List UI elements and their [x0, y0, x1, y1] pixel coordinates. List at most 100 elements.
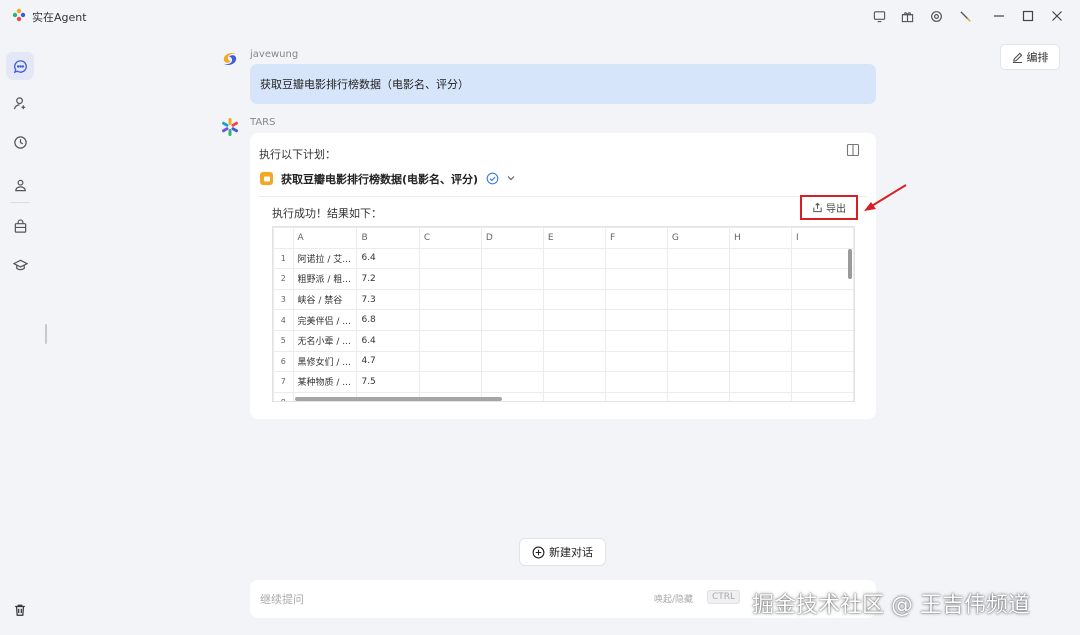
movie-name-cell[interactable]: 完美伴侣 / ... — [292, 309, 358, 331]
empty-cell[interactable] — [418, 288, 482, 311]
empty-cell[interactable] — [791, 268, 854, 290]
rail-learn-button[interactable] — [6, 251, 34, 279]
empty-cell[interactable] — [418, 350, 482, 373]
empty-cell[interactable] — [480, 247, 544, 270]
column-header[interactable]: I — [791, 227, 854, 249]
empty-cell[interactable] — [791, 350, 854, 373]
movie-name-cell[interactable]: 阿诺拉 / 艾... — [292, 247, 358, 270]
column-header[interactable]: B — [356, 227, 420, 249]
movie-name-cell[interactable]: 某种物质 / ... — [292, 371, 358, 393]
rail-cloud-user-button[interactable] — [6, 171, 34, 199]
close-icon[interactable] — [1048, 7, 1066, 25]
panel-icon[interactable] — [846, 143, 860, 157]
empty-cell[interactable] — [480, 309, 544, 331]
empty-cell[interactable] — [728, 268, 793, 290]
empty-cell[interactable] — [728, 371, 793, 393]
empty-cell[interactable] — [480, 288, 544, 311]
sidebar-resize-handle[interactable] — [45, 324, 47, 344]
empty-cell[interactable] — [666, 268, 730, 290]
rating-cell[interactable]: 6.4 — [356, 247, 420, 270]
rail-chat-button[interactable] — [6, 52, 34, 80]
empty-cell[interactable] — [791, 371, 854, 393]
rail-history-button[interactable] — [6, 128, 34, 156]
empty-cell[interactable] — [666, 371, 730, 393]
empty-cell[interactable] — [604, 350, 668, 373]
empty-cell[interactable] — [418, 268, 482, 290]
empty-cell[interactable] — [666, 247, 730, 270]
rail-bag-button[interactable] — [6, 212, 34, 240]
empty-cell[interactable] — [791, 247, 854, 270]
empty-cell[interactable] — [480, 268, 544, 290]
empty-cell[interactable] — [666, 309, 730, 331]
export-button[interactable]: 导出 — [800, 195, 858, 220]
empty-cell[interactable] — [791, 391, 854, 401]
empty-cell[interactable] — [418, 371, 482, 393]
column-header[interactable]: G — [666, 227, 730, 249]
maximize-icon[interactable] — [1019, 7, 1037, 25]
column-header[interactable]: C — [418, 227, 482, 249]
rating-cell[interactable]: 7.5 — [356, 371, 420, 393]
empty-cell[interactable] — [604, 391, 668, 401]
rail-user-add-button[interactable] — [6, 89, 34, 117]
empty-cell[interactable] — [542, 309, 606, 331]
rating-cell[interactable]: 7.3 — [356, 288, 420, 311]
empty-cell[interactable] — [542, 350, 606, 373]
empty-cell[interactable] — [604, 268, 668, 290]
movie-name-cell[interactable]: 粗野派 / 粗... — [292, 268, 358, 290]
empty-cell[interactable] — [604, 247, 668, 270]
empty-cell[interactable] — [728, 350, 793, 373]
chat-input[interactable] — [260, 592, 640, 606]
empty-cell[interactable] — [542, 391, 606, 401]
movie-name-cell[interactable]: 峡谷 / 禁谷 — [292, 288, 358, 311]
column-header[interactable]: F — [604, 227, 668, 249]
column-header[interactable]: D — [480, 227, 544, 249]
empty-cell[interactable] — [480, 371, 544, 393]
empty-cell[interactable] — [666, 391, 730, 401]
empty-cell[interactable] — [791, 329, 854, 352]
empty-cell[interactable] — [418, 247, 482, 270]
empty-cell[interactable] — [542, 247, 606, 270]
rating-cell[interactable]: 6.8 — [356, 309, 420, 331]
movie-name-cell[interactable]: 无名小辈 / ... — [292, 329, 358, 352]
empty-cell[interactable] — [604, 309, 668, 331]
settings-icon[interactable] — [927, 7, 945, 25]
empty-cell[interactable] — [604, 371, 668, 393]
empty-cell[interactable] — [604, 329, 668, 352]
empty-cell[interactable] — [666, 329, 730, 352]
empty-cell[interactable] — [666, 288, 730, 311]
empty-cell[interactable] — [418, 329, 482, 352]
minimize-icon[interactable] — [990, 7, 1008, 25]
empty-cell[interactable] — [418, 309, 482, 331]
rail-trash-button[interactable] — [6, 596, 34, 624]
empty-cell[interactable] — [728, 247, 793, 270]
empty-cell[interactable] — [728, 329, 793, 352]
new-chat-button[interactable]: 新建对话 — [519, 538, 606, 566]
pin-icon[interactable] — [956, 7, 974, 25]
empty-cell[interactable] — [604, 288, 668, 311]
rating-cell[interactable]: 6.4 — [356, 329, 420, 352]
chevron-down-icon[interactable] — [506, 173, 516, 183]
empty-cell[interactable] — [666, 350, 730, 373]
gift-icon[interactable] — [898, 7, 916, 25]
empty-cell[interactable] — [542, 329, 606, 352]
empty-cell[interactable] — [728, 309, 793, 331]
empty-cell[interactable] — [542, 268, 606, 290]
rating-cell[interactable]: 4.7 — [356, 350, 420, 373]
empty-cell[interactable] — [728, 391, 793, 401]
movie-name-cell[interactable]: 黑修女们 / ... — [292, 350, 358, 373]
edit-button[interactable]: 编排 — [1000, 44, 1060, 70]
empty-cell[interactable] — [480, 350, 544, 373]
horizontal-scrollbar[interactable] — [295, 397, 502, 401]
rating-cell[interactable]: 7.2 — [356, 268, 420, 290]
monitor-icon[interactable] — [870, 7, 888, 25]
empty-cell[interactable] — [542, 371, 606, 393]
column-header[interactable]: A — [292, 227, 358, 249]
empty-cell[interactable] — [480, 329, 544, 352]
empty-cell[interactable] — [791, 309, 854, 331]
vertical-scrollbar[interactable] — [848, 249, 852, 279]
column-header[interactable]: H — [728, 227, 793, 249]
empty-cell[interactable] — [728, 288, 793, 311]
column-header[interactable]: E — [542, 227, 606, 249]
result-spreadsheet[interactable]: A B C D E F G H I 1 阿诺拉 / 艾... 6.4 2 粗野派 / … — [272, 226, 855, 402]
empty-cell[interactable] — [791, 288, 854, 311]
